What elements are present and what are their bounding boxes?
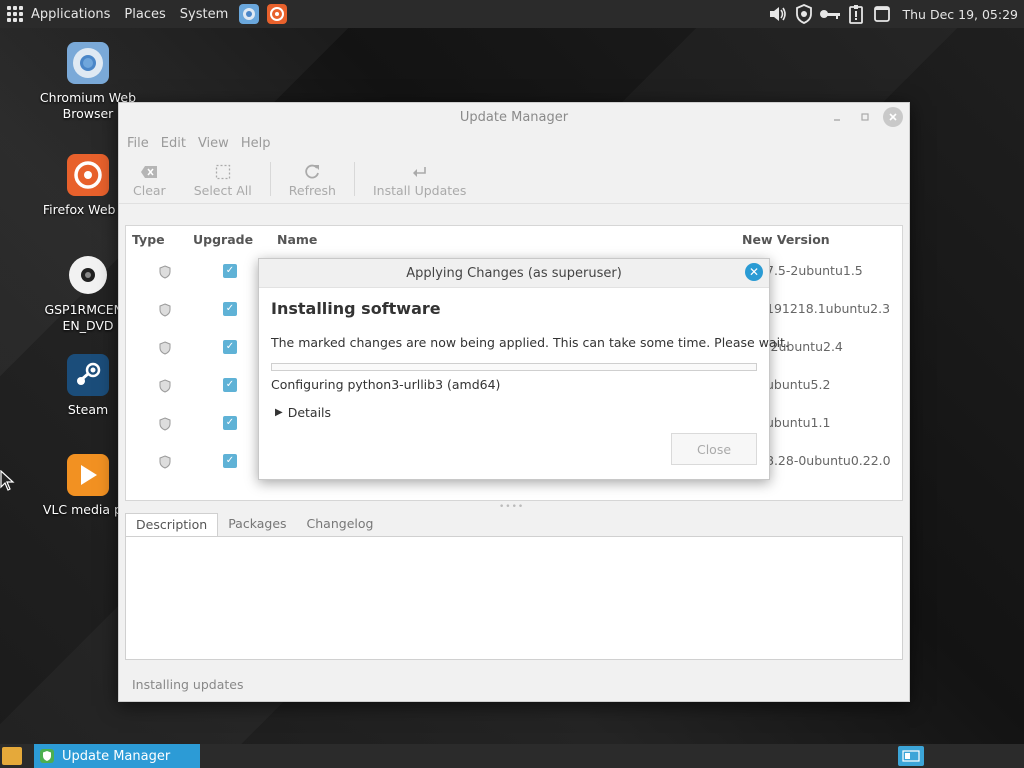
toolbar: Clear Select All Refresh Install Updates xyxy=(119,155,909,204)
column-header-name[interactable]: Name xyxy=(277,232,317,247)
new-version-cell: 8.28-0ubuntu0.22.0 xyxy=(766,453,891,468)
dialog-close-icon[interactable]: ✕ xyxy=(745,263,763,281)
shield-icon xyxy=(159,265,171,279)
places-menu[interactable]: Places xyxy=(117,0,172,28)
upgrade-checkbox[interactable]: ✓ xyxy=(223,416,237,430)
mouse-cursor-icon xyxy=(0,469,16,496)
apps-grid-icon xyxy=(7,6,23,22)
chromium-icon xyxy=(67,42,109,84)
menu-edit[interactable]: Edit xyxy=(155,136,192,151)
upgrade-checkbox[interactable]: ✓ xyxy=(223,264,237,278)
window-titlebar[interactable]: Update Manager xyxy=(119,103,909,131)
new-version-cell: 7.5-2ubuntu1.5 xyxy=(766,263,863,278)
status-bar: Installing updates xyxy=(132,677,244,692)
window-icon[interactable] xyxy=(871,3,893,25)
update-manager-shield-icon xyxy=(40,749,54,763)
shield-icon xyxy=(159,417,171,431)
show-desktop-icon[interactable] xyxy=(2,747,22,765)
toolbar-separator xyxy=(353,162,355,196)
clipboard-icon[interactable] xyxy=(845,3,867,25)
upgrade-checkbox[interactable]: ✓ xyxy=(223,454,237,468)
clear-icon xyxy=(140,161,158,183)
workspace-switcher-icon[interactable] xyxy=(898,746,924,766)
top-panel: Applications Places System Thu Dec 19, 0… xyxy=(0,0,1024,28)
new-version-cell: ubuntu1.1 xyxy=(766,415,831,430)
expander-arrow-icon: ▶ xyxy=(275,407,283,418)
applications-label: Applications xyxy=(31,6,111,22)
system-menu[interactable]: System xyxy=(173,0,235,28)
window-close-icon[interactable] xyxy=(883,107,903,127)
list-header: Type Upgrade Name New Version xyxy=(126,226,902,252)
vlc-icon xyxy=(67,454,109,496)
progress-bar xyxy=(271,363,757,371)
key-icon[interactable] xyxy=(819,3,841,25)
applications-menu[interactable]: Applications xyxy=(0,0,117,28)
minimize-icon[interactable] xyxy=(827,107,847,127)
firefox-launcher-icon[interactable] xyxy=(267,4,288,24)
taskbar-update-manager[interactable]: Update Manager xyxy=(34,744,200,768)
refresh-icon xyxy=(303,161,321,183)
dialog-titlebar[interactable]: Applying Changes (as superuser) ✕ xyxy=(259,259,769,288)
dialog-heading: Installing software xyxy=(271,299,441,318)
shield-icon xyxy=(159,455,171,469)
menu-file[interactable]: File xyxy=(121,136,155,151)
volume-icon[interactable] xyxy=(767,3,789,25)
tab-description[interactable]: Description xyxy=(125,513,219,537)
menubar: File Edit View Help xyxy=(119,131,909,155)
tab-packages[interactable]: Packages xyxy=(218,513,296,537)
new-version-cell: ubuntu5.2 xyxy=(766,377,831,392)
column-header-type[interactable]: Type xyxy=(132,232,165,247)
shield-update-icon[interactable] xyxy=(793,3,815,25)
steam-icon xyxy=(67,354,109,396)
disc-icon xyxy=(67,254,109,296)
upgrade-checkbox[interactable]: ✓ xyxy=(223,340,237,354)
refresh-label: Refresh xyxy=(288,182,336,198)
taskbar-task-label: Update Manager xyxy=(62,748,171,764)
enter-icon xyxy=(412,161,428,183)
upgrade-checkbox[interactable]: ✓ xyxy=(223,378,237,392)
close-button[interactable]: Close xyxy=(671,433,757,465)
toolbar-separator xyxy=(269,162,271,196)
select-all-button[interactable]: Select All xyxy=(180,155,266,203)
clock[interactable]: Thu Dec 19, 05:29 xyxy=(895,7,1024,22)
column-header-upgrade[interactable]: Upgrade xyxy=(193,232,253,247)
select-all-icon xyxy=(215,161,231,183)
new-version-cell: 191218.1ubuntu2.3 xyxy=(766,301,891,316)
applying-changes-dialog: Applying Changes (as superuser) ✕ Instal… xyxy=(258,258,789,480)
bottom-panel: Update Manager xyxy=(0,744,1024,768)
column-header-new-version[interactable]: New Version xyxy=(742,232,830,247)
details-label: Details xyxy=(287,405,332,420)
install-updates-label: Install Updates xyxy=(372,182,467,198)
menu-help[interactable]: Help xyxy=(235,136,277,151)
refresh-button[interactable]: Refresh xyxy=(275,155,350,203)
shield-icon xyxy=(159,303,171,317)
dialog-title: Applying Changes (as superuser) xyxy=(406,265,622,281)
firefox-icon xyxy=(67,154,109,196)
install-updates-button[interactable]: Install Updates xyxy=(359,155,480,203)
upgrade-checkbox[interactable]: ✓ xyxy=(223,302,237,316)
tab-changelog[interactable]: Changelog xyxy=(297,513,384,537)
description-pane xyxy=(125,536,903,660)
details-expander[interactable]: ▶ Details xyxy=(275,405,331,420)
detail-tabs: Description Packages Changelog xyxy=(125,513,383,537)
select-all-label: Select All xyxy=(193,182,252,198)
dialog-message: The marked changes are now being applied… xyxy=(271,335,789,350)
clear-button[interactable]: Clear xyxy=(119,155,180,203)
menu-view[interactable]: View xyxy=(192,136,235,151)
clear-label: Clear xyxy=(133,182,166,198)
shield-icon xyxy=(159,379,171,393)
progress-status: Configuring python3-urllib3 (amd64) xyxy=(271,377,501,392)
shield-icon xyxy=(159,341,171,355)
pane-resize-handle[interactable]: •••• xyxy=(499,502,524,512)
window-title: Update Manager xyxy=(459,109,569,125)
maximize-icon[interactable] xyxy=(855,107,875,127)
chromium-launcher-icon[interactable] xyxy=(239,4,260,24)
